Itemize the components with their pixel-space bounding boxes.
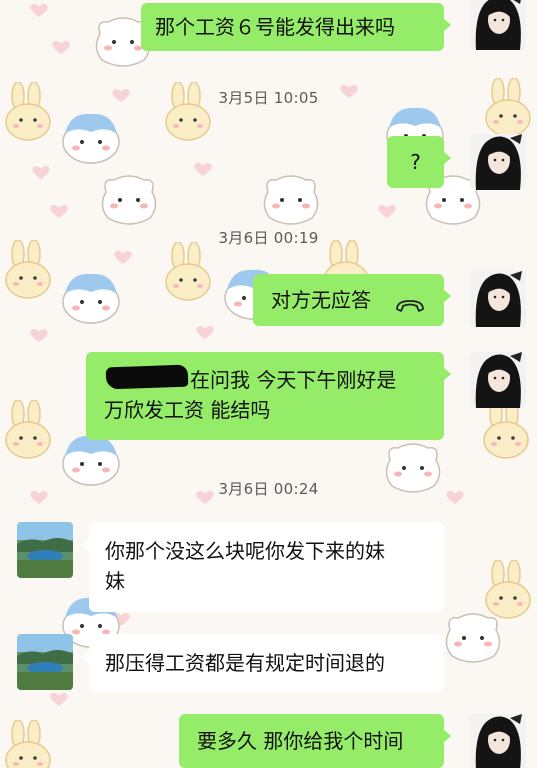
redaction-mark xyxy=(105,364,189,390)
chat-window: 那个工资６号能发得出来吗 3月5日 10:05 ? 3月6日 00:19 对方无… xyxy=(0,0,537,768)
message-bubble-incoming[interactable]: 那压得工资都是有规定时间退的 xyxy=(82,634,444,692)
heart-icon xyxy=(196,325,214,340)
message-bubble-outgoing[interactable]: ? xyxy=(387,136,451,188)
heart-icon xyxy=(30,328,48,343)
contact-avatar[interactable] xyxy=(17,522,73,578)
message-text-line: 妹 xyxy=(105,569,125,593)
heart-icon xyxy=(378,204,396,219)
heart-icon xyxy=(114,250,132,265)
my-avatar[interactable] xyxy=(470,0,526,50)
heart-icon xyxy=(52,40,70,55)
message-bubble-incoming[interactable]: 你那个没这么块呢你发下来的妹 妹 xyxy=(82,522,444,612)
message-bubble-outgoing[interactable]: 要多久 那你给我个时间 xyxy=(179,714,451,768)
my-avatar[interactable] xyxy=(470,134,526,190)
call-status-text: 对方无应答 xyxy=(271,288,371,312)
chiikawa-decoration-icon xyxy=(440,610,506,666)
bunny-decoration-icon xyxy=(0,719,56,768)
message-bubble-outgoing[interactable]: 在问我 今天下午刚好是 万欣发工资 能结吗 xyxy=(86,352,451,440)
message-text: 要多久 那你给我个时间 xyxy=(197,729,404,753)
heart-icon xyxy=(32,165,50,180)
timestamp: 3月6日 00:19 xyxy=(218,229,319,247)
hachiware-decoration-icon xyxy=(56,104,126,166)
message-text-line: 你那个没这么块呢你发下来的妹 xyxy=(105,539,385,563)
bunny-decoration-icon xyxy=(0,399,56,462)
bunny-decoration-icon xyxy=(480,559,536,622)
heart-icon xyxy=(30,3,48,18)
bunny-decoration-icon xyxy=(478,399,534,462)
bunny-decoration-icon xyxy=(0,239,56,302)
heart-icon xyxy=(112,612,130,627)
hachiware-decoration-icon xyxy=(56,264,126,326)
timestamp: 3月5日 10:05 xyxy=(218,89,319,107)
message-text: 那压得工资都是有规定时间退的 xyxy=(105,651,385,675)
bunny-decoration-icon xyxy=(160,241,216,304)
my-avatar[interactable] xyxy=(470,352,526,408)
heart-icon xyxy=(194,162,212,177)
message-text-line: 万欣发工资 能结吗 xyxy=(104,398,271,422)
message-text: 那个工资６号能发得出来吗 xyxy=(155,15,395,39)
message-bubble-outgoing[interactable]: 那个工资６号能发得出来吗 xyxy=(141,3,451,51)
heart-icon xyxy=(50,692,68,707)
chiikawa-decoration-icon xyxy=(258,172,324,228)
call-record-bubble[interactable]: 对方无应答 xyxy=(253,274,451,326)
message-text: ? xyxy=(410,150,421,174)
chiikawa-decoration-icon xyxy=(96,172,162,228)
contact-avatar[interactable] xyxy=(17,634,73,690)
my-avatar[interactable] xyxy=(470,271,526,327)
timestamp: 3月6日 00:24 xyxy=(218,480,319,498)
heart-icon xyxy=(50,204,68,219)
my-avatar[interactable] xyxy=(470,714,526,768)
phone-hangup-icon xyxy=(395,293,425,312)
